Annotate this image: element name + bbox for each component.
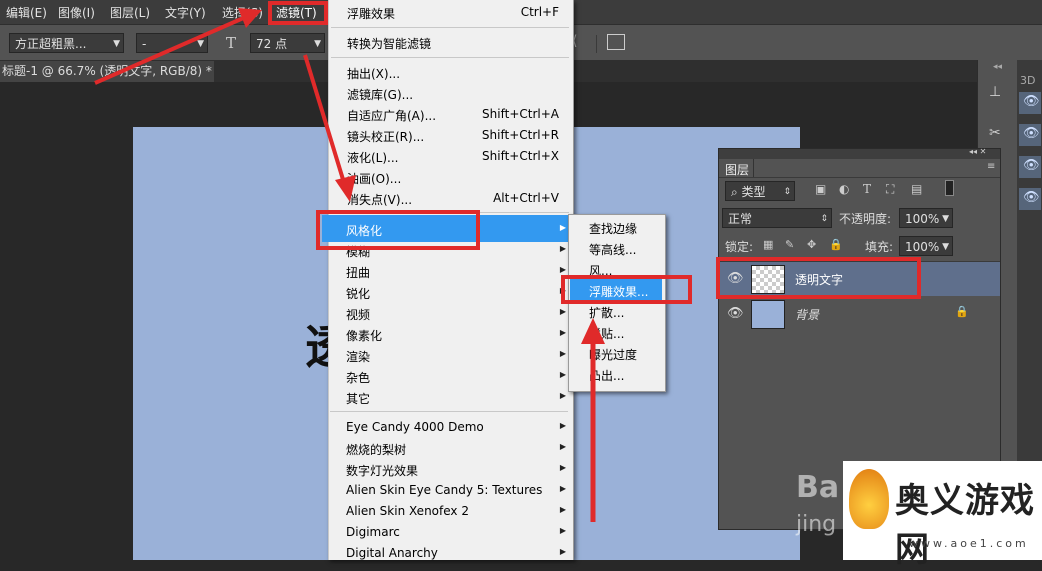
- arrow-line: [94, 14, 249, 85]
- arrow-line: [303, 54, 347, 187]
- arrow-head: [335, 175, 356, 202]
- watermark-jing: jing: [796, 512, 837, 537]
- watermark-brand: 奥义游戏网: [895, 481, 1035, 570]
- watermark-url: www.aoe1.com: [909, 537, 1029, 550]
- flame-logo-icon: [849, 469, 889, 529]
- watermark-baidu: Ba: [796, 470, 840, 505]
- watermark-badge: 奥义游戏网 www.aoe1.com: [843, 461, 1042, 570]
- arrow-head: [581, 318, 605, 344]
